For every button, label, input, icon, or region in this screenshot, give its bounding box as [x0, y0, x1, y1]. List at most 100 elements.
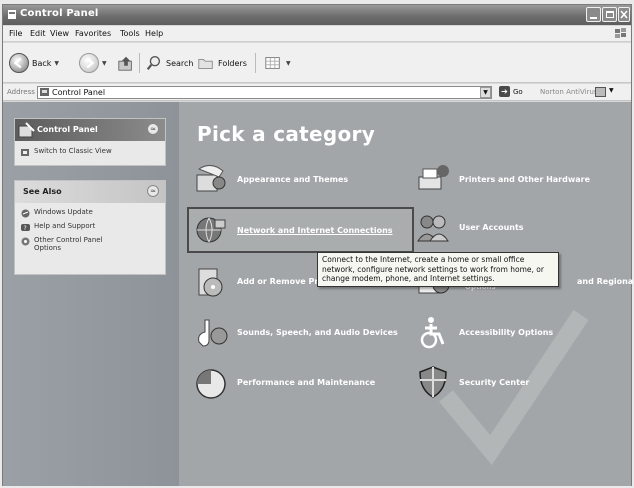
options-icon: [21, 237, 30, 246]
address-input[interactable]: Control Panel: [37, 86, 492, 99]
windows-update-label: Windows Update: [34, 208, 93, 216]
close-button[interactable]: [618, 7, 630, 22]
tooltip-line: change modem, phone, and Internet settin…: [322, 274, 495, 283]
search-label: Search: [166, 58, 194, 68]
views-button[interactable]: ▼: [263, 51, 291, 75]
address-label: Address: [7, 88, 35, 96]
collapse-icon[interactable]: ≈: [147, 185, 159, 197]
maximize-button[interactable]: [602, 7, 617, 22]
back-arrow-icon: [9, 53, 29, 73]
menu-help[interactable]: Help: [145, 29, 163, 38]
page-title: Pick a category: [197, 122, 376, 146]
windows-update-link[interactable]: Windows Update: [15, 203, 165, 220]
go-button[interactable]: ➔ Go: [499, 86, 523, 97]
menu-favorites[interactable]: Favorites: [75, 29, 111, 38]
folders-icon: [198, 58, 213, 69]
category-label: Security Center: [459, 377, 530, 387]
classic-view-icon: [21, 149, 29, 156]
search-button[interactable]: Search: [145, 51, 193, 75]
category-label: and Regional: [577, 276, 634, 286]
switch-classic-view-label: Switch to Classic View: [34, 147, 112, 155]
folders-label: Folders: [218, 58, 247, 68]
see-also-box: See Also ≈ Windows Update ? Help and Sup…: [14, 180, 166, 275]
other-options-label: Other Control Panel Options: [34, 236, 103, 252]
category-label: Performance and Maintenance: [237, 377, 376, 387]
toolbar: Back ▼ ▼ Search Folders ▼: [3, 43, 631, 83]
menu-edit[interactable]: Edit: [30, 29, 46, 38]
category-label: Printers and Other Hardware: [459, 174, 590, 184]
category-label: Sounds, Speech, and Audio Devices: [237, 327, 398, 337]
category-user-accounts[interactable]: User Accounts: [415, 209, 524, 245]
appearance-themes-icon: [196, 165, 226, 192]
toolbar-separator: [255, 53, 256, 73]
category-view: Pick a category Appearance and Themes Pr…: [179, 102, 634, 486]
address-dropdown-button[interactable]: ▼: [480, 87, 491, 98]
collapse-icon[interactable]: ≈: [147, 123, 159, 135]
help-icon: ?: [21, 224, 30, 232]
category-add-remove-programs[interactable]: Add or Remove Pr: [193, 263, 318, 299]
close-icon: [620, 10, 628, 19]
category-accessibility[interactable]: Accessibility Options: [415, 314, 553, 350]
toolbar-separator: [139, 53, 140, 73]
menu-tools[interactable]: Tools: [120, 29, 140, 38]
menu-view[interactable]: View: [50, 29, 69, 38]
norton-antivirus-label[interactable]: Norton AntiVirus: [540, 88, 598, 96]
tooltip-line: network, configure network settings to w…: [322, 264, 544, 274]
category-label: User Accounts: [459, 222, 524, 232]
network-internet-icon: [196, 217, 226, 243]
left-task-pane: Control Panel ≈ Switch to Classic View S…: [3, 102, 179, 486]
forward-arrow-icon: [79, 53, 99, 73]
category-label: Add or Remove Pr: [237, 276, 319, 286]
up-folder-button[interactable]: [117, 51, 135, 75]
other-options-link[interactable]: Other Control Panel Options: [15, 234, 165, 254]
control-panel-window: Control Panel File Edit View Favorites T…: [2, 4, 634, 486]
back-label: Back: [32, 58, 52, 68]
menu-bar: File Edit View Favorites Tools Help: [3, 26, 631, 42]
category-sounds-audio[interactable]: Sounds, Speech, and Audio Devices: [193, 314, 398, 350]
chevron-down-icon[interactable]: ▼: [609, 87, 614, 94]
accessibility-icon: [420, 317, 445, 349]
network-category-tooltip: Connect to the Internet, create a home o…: [317, 252, 559, 287]
category-label: Network and Internet Connections: [237, 225, 393, 235]
title-bar: Control Panel: [3, 5, 631, 25]
control-panel-box-header[interactable]: Control Panel ≈: [15, 119, 165, 141]
windows-update-icon: [21, 209, 30, 218]
address-value: Control Panel: [52, 88, 106, 97]
category-appearance-themes[interactable]: Appearance and Themes: [193, 161, 348, 197]
security-shield-icon: [419, 366, 447, 398]
help-support-link[interactable]: ? Help and Support: [15, 220, 165, 234]
control-panel-icon: [18, 122, 35, 138]
category-network-internet[interactable]: Network and Internet Connections: [187, 207, 414, 253]
chevron-down-icon: ▼: [286, 59, 291, 67]
switch-classic-view-link[interactable]: Switch to Classic View: [15, 141, 165, 159]
control-panel-icon: [40, 88, 49, 96]
address-bar: Address Control Panel ▼ ➔ Go Norton Anti…: [3, 84, 631, 101]
control-panel-box: Control Panel ≈ Switch to Classic View: [14, 118, 166, 166]
window-title: Control Panel: [20, 8, 99, 19]
category-label: Accessibility Options: [459, 327, 554, 337]
minimize-button[interactable]: [586, 7, 601, 22]
svg-text:?: ?: [24, 225, 27, 232]
control-panel-box-title: Control Panel: [37, 125, 98, 134]
category-performance-maintenance[interactable]: Performance and Maintenance: [193, 364, 375, 400]
menu-file[interactable]: File: [9, 29, 22, 38]
category-label: Appearance and Themes: [237, 174, 349, 184]
go-arrow-icon: ➔: [499, 86, 510, 97]
search-icon: [146, 56, 161, 71]
back-button[interactable]: Back ▼: [9, 51, 59, 75]
tooltip-line: Connect to the Internet, create a home o…: [322, 255, 525, 264]
see-also-header[interactable]: See Also ≈: [15, 181, 165, 203]
printers-hardware-icon: [418, 165, 449, 190]
views-icon: [265, 57, 280, 69]
category-security-center[interactable]: Security Center: [415, 364, 529, 400]
see-also-title: See Also: [23, 187, 62, 196]
chevron-down-icon: ▼: [102, 59, 107, 67]
help-support-label: Help and Support: [34, 222, 96, 230]
folders-button[interactable]: Folders: [197, 51, 247, 75]
norton-icon[interactable]: [595, 87, 606, 97]
forward-button[interactable]: ▼: [79, 51, 107, 75]
category-printers-hardware[interactable]: Printers and Other Hardware: [415, 161, 590, 197]
control-panel-icon: [8, 10, 16, 19]
sounds-audio-icon: [198, 319, 228, 347]
go-label: Go: [513, 87, 523, 96]
